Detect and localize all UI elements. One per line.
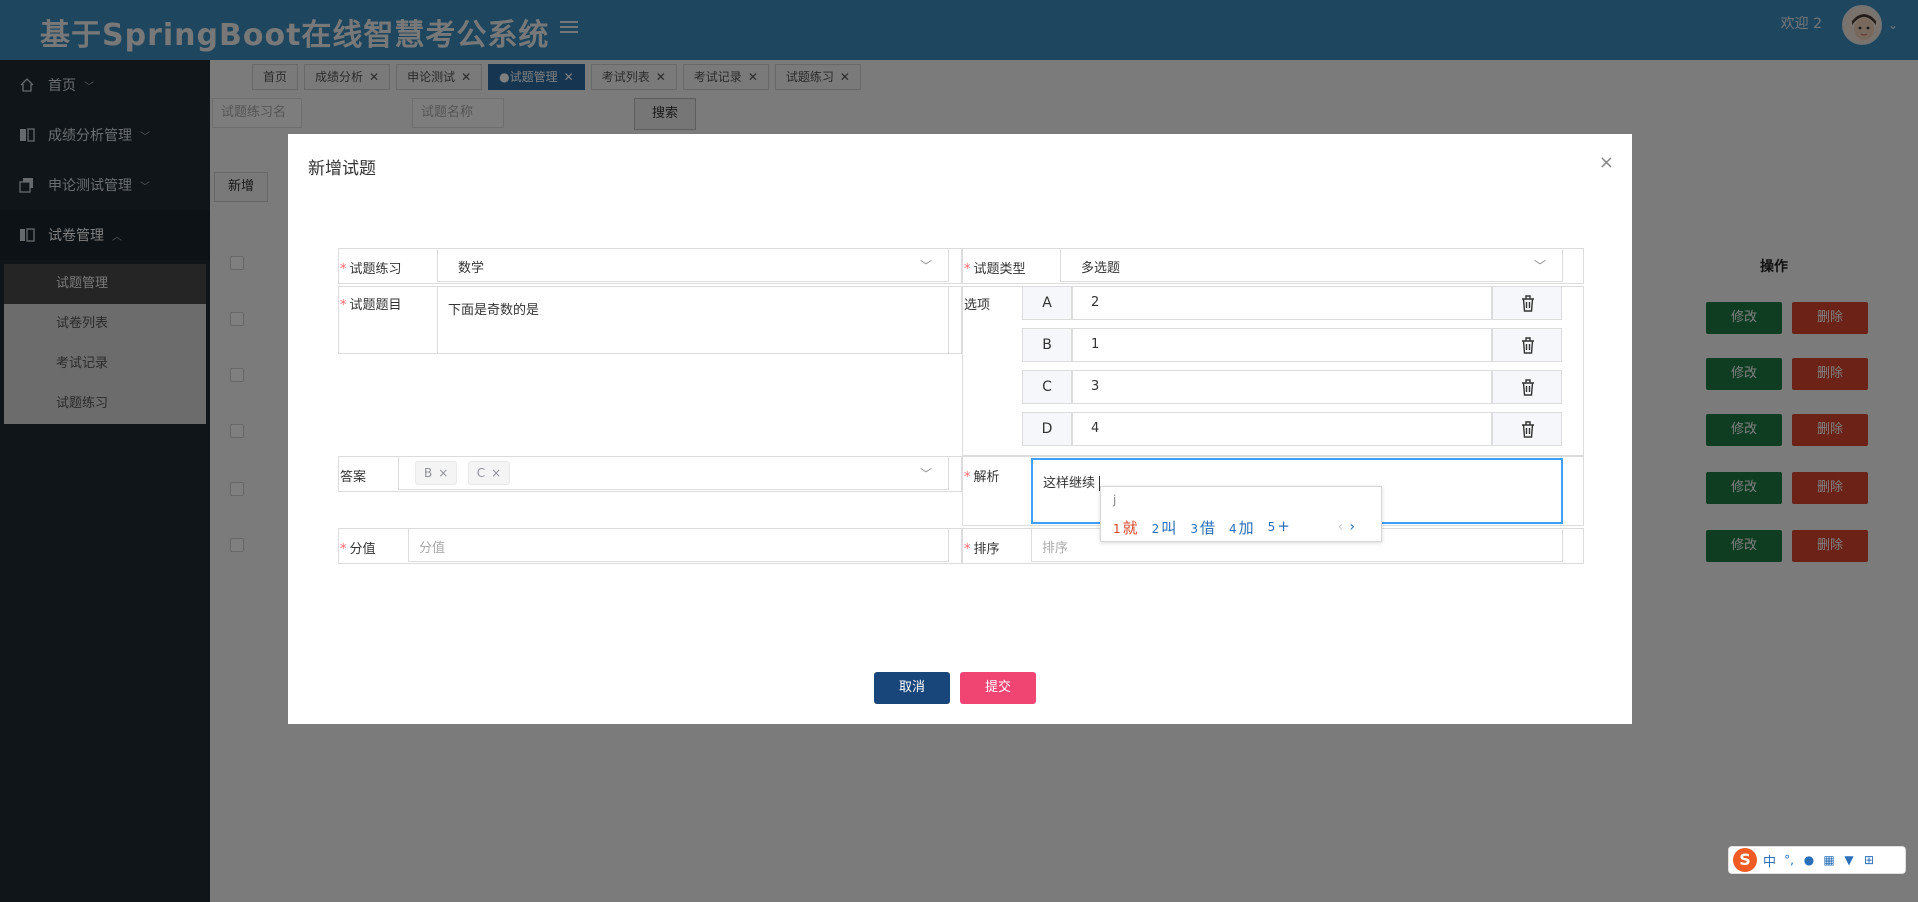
sogou-logo-icon[interactable]: S [1733,848,1757,872]
punctuation-icon[interactable]: °, [1782,853,1796,867]
option-row-b: B 1 [1022,328,1562,362]
keyboard-icon[interactable]: ▦ [1822,853,1836,867]
skin-icon[interactable]: ▼ [1842,853,1856,867]
practice-select-value: 数学 [458,261,485,276]
cancel-button[interactable]: 取消 [874,672,950,704]
option-input[interactable]: 4 [1072,412,1492,446]
close-icon[interactable]: × [491,466,501,480]
answer-tag: C × [467,461,511,485]
ime-page-nav[interactable]: ‹ › [1338,519,1355,535]
trash-icon[interactable] [1492,370,1562,404]
analysis-text: 这样继续 [1043,472,1101,491]
chevron-down-icon: ﹀ [1533,259,1546,273]
dialog-title: 新增试题 [308,159,376,179]
question-textarea[interactable]: 下面是奇数的是 [437,286,949,354]
question-text: 下面是奇数的是 [448,303,540,318]
option-letter: D [1022,412,1072,446]
ime-candidate-popup: j 1就 2叫 3借 4加 5 + ‹ › [1100,486,1382,542]
ime-toolbar: S 中 °, ● ▦ ▼ ⊞ [1728,846,1906,874]
chevron-left-icon[interactable]: ‹ [1338,519,1344,535]
options-label: 选项 [964,298,991,313]
sort-label: * 排序 [964,542,1000,557]
trash-icon[interactable] [1492,286,1562,320]
chevron-down-icon: ﹀ [919,467,932,481]
add-question-dialog: 新增试题 × * 试题练习 数学 ﹀ * 试题类型 多选题 ﹀ * 试题题目 下面是奇… [288,134,1632,724]
option-input[interactable]: 3 [1072,370,1492,404]
type-select-value: 多选题 [1081,261,1121,276]
option-input[interactable]: 2 [1072,286,1492,320]
microphone-icon[interactable]: ● [1802,853,1816,867]
option-row-c: C 3 [1022,370,1562,404]
close-icon[interactable]: × [1599,152,1614,173]
chevron-right-icon[interactable]: › [1349,519,1355,535]
options-list: A 2 B 1 C 3 D 4 [1022,286,1562,456]
option-letter: A [1022,286,1072,320]
score-label: * 分值 [340,542,376,557]
close-icon[interactable]: × [438,466,448,480]
score-input[interactable]: 分值 [408,528,949,562]
trash-icon[interactable] [1492,328,1562,362]
submit-button[interactable]: 提交 [960,672,1036,704]
ime-composition: j [1113,493,1117,507]
grid-menu-icon[interactable]: ⊞ [1862,853,1876,867]
option-letter: B [1022,328,1072,362]
ime-candidate[interactable]: 2叫 [1152,517,1177,538]
ime-candidate[interactable]: 1就 [1113,517,1138,538]
option-input[interactable]: 1 [1072,328,1492,362]
answer-select[interactable]: B × C × ﹀ [398,456,949,490]
type-label: * 试题类型 [964,262,1026,277]
practice-label: * 试题练习 [340,262,402,277]
ime-candidate[interactable]: 3借 [1190,517,1215,538]
option-row-a: A 2 [1022,286,1562,320]
ime-candidate[interactable]: 4加 [1229,517,1254,538]
chevron-down-icon: ﹀ [919,259,932,273]
option-letter: C [1022,370,1072,404]
analysis-label: * 解析 [964,470,1000,485]
option-row-d: D 4 [1022,412,1562,446]
trash-icon[interactable] [1492,412,1562,446]
answer-tag: B × [415,461,458,485]
practice-select[interactable]: 数学 ﹀ [437,248,949,282]
answer-label: 答案 [340,470,367,485]
question-label: * 试题题目 [340,298,402,313]
type-select[interactable]: 多选题 ﹀ [1060,248,1563,282]
ime-mode-toggle[interactable]: 中 [1763,851,1776,870]
ime-candidates: 1就 2叫 3借 4加 5 + [1113,517,1290,538]
ime-candidate[interactable]: 5 + [1268,517,1290,538]
